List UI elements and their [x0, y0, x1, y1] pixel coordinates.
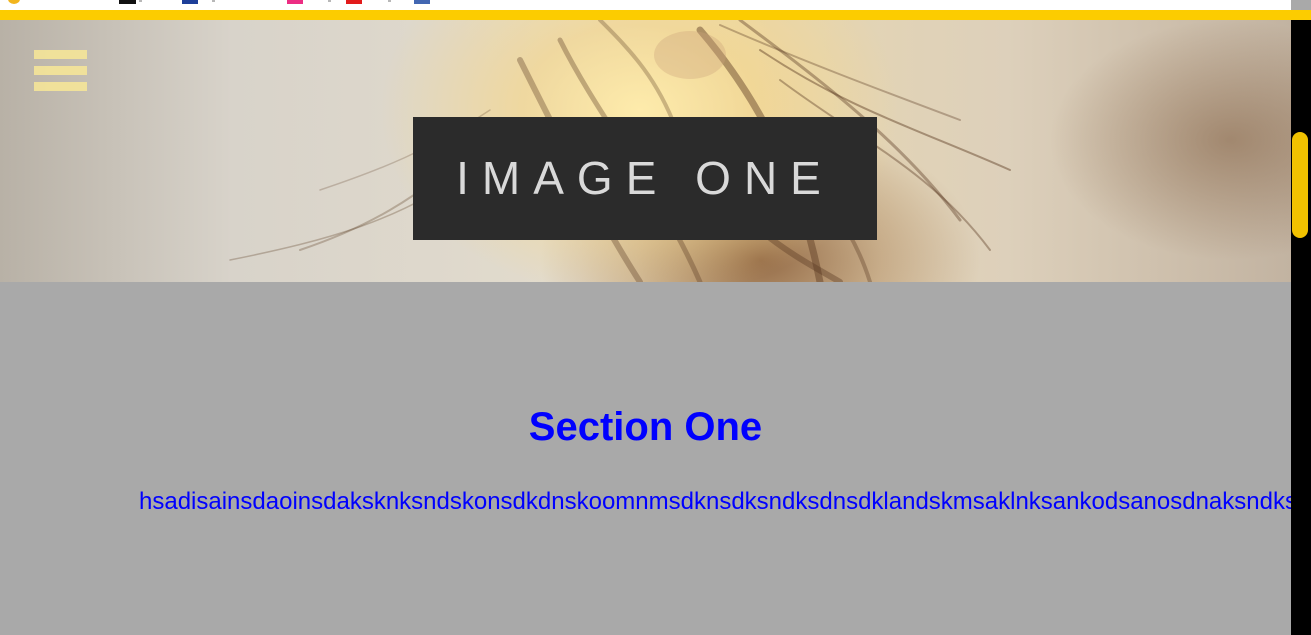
top-accent-bar — [0, 10, 1311, 20]
menu-icon-bar — [34, 66, 87, 75]
bookmarks-bar — [0, 0, 1291, 10]
bookmark-label-fragment — [212, 0, 215, 2]
bookmark-icon-6[interactable] — [414, 0, 430, 4]
scrollbar-thumb[interactable] — [1292, 132, 1308, 238]
bookmark-label-fragment — [328, 0, 331, 2]
bookmark-label-fragment — [139, 0, 142, 2]
bookmark-icon-2[interactable] — [119, 0, 136, 4]
section-body-text: hsadisainsdaoinsdaksknksndskonsdkdnskoom… — [139, 488, 1291, 515]
scrollbar-track[interactable] — [1291, 20, 1311, 635]
bookmark-icon-1[interactable] — [8, 0, 20, 4]
bookmark-label-fragment — [388, 0, 391, 2]
menu-icon-bar — [34, 50, 87, 59]
bookmark-icon-3[interactable] — [182, 0, 198, 4]
hero-image: IMAGE ONE — [0, 20, 1291, 282]
section-one: Section One hsadisainsdaoinsdaksknksndsk… — [0, 282, 1291, 635]
hero-label: IMAGE ONE — [413, 117, 877, 240]
section-title: Section One — [528, 405, 763, 449]
bookmark-icon-4[interactable] — [287, 0, 303, 4]
hamburger-menu-icon[interactable] — [34, 50, 87, 92]
menu-icon-bar — [34, 82, 87, 91]
bookmark-icon-5[interactable] — [346, 0, 362, 4]
